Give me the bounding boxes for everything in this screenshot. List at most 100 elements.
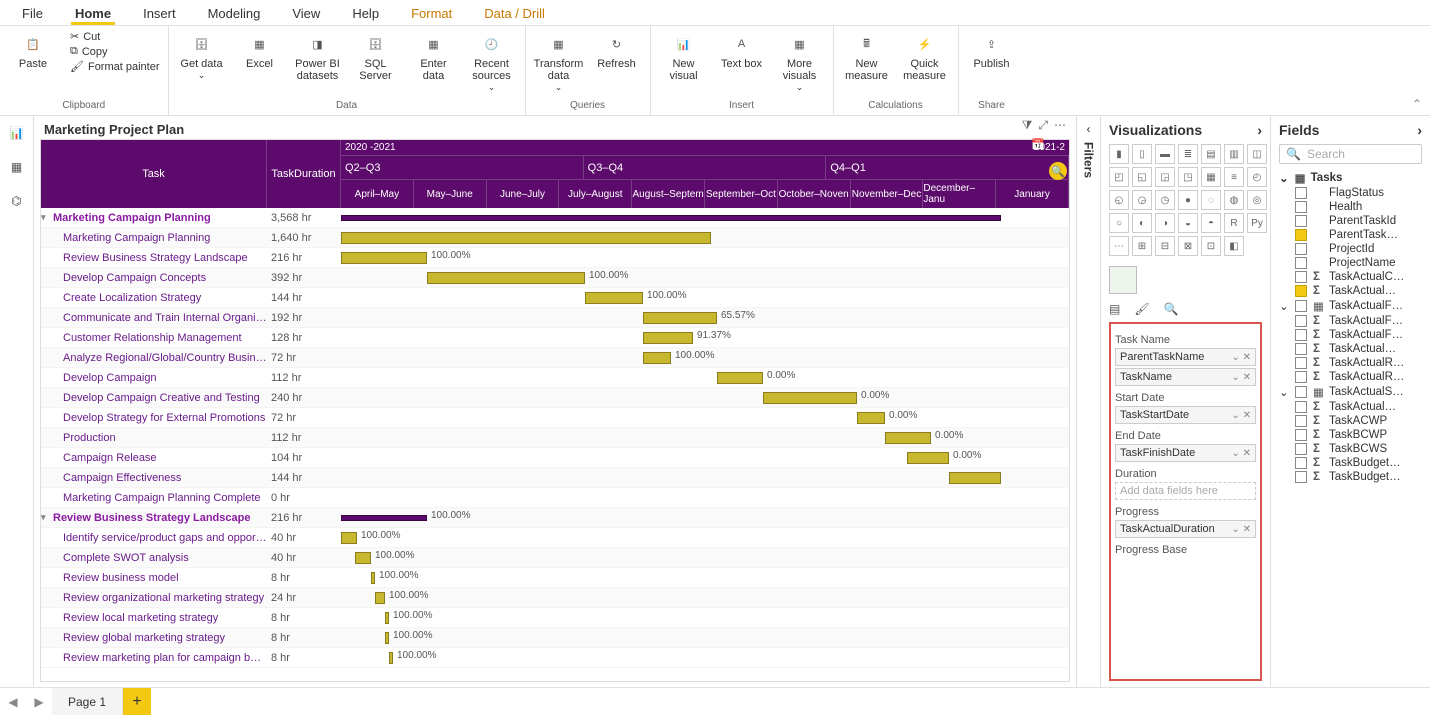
field-checkbox[interactable] — [1295, 215, 1307, 227]
viz-type-icon[interactable]: ◱ — [1132, 167, 1152, 187]
pbi-datasets-button[interactable]: ◨Power BI datasets — [293, 30, 343, 82]
menu-file[interactable]: File — [18, 4, 47, 25]
well-remove-icon[interactable]: ⌄ ✕ — [1231, 524, 1251, 535]
gantt-row[interactable]: Analyze Regional/Global/Country Business… — [41, 348, 1069, 368]
gantt-bar[interactable] — [341, 532, 357, 544]
viz-type-icon[interactable]: ◲ — [1155, 167, 1175, 187]
copy-button[interactable]: ⧉Copy — [70, 45, 160, 58]
viz-type-icon[interactable]: ◐ — [1132, 213, 1152, 233]
field-item[interactable]: ΣTaskActual… — [1279, 284, 1422, 298]
viz-type-icon[interactable]: ◓ — [1201, 213, 1221, 233]
gantt-bar[interactable] — [643, 312, 717, 324]
field-checkbox[interactable] — [1295, 415, 1307, 427]
field-checkbox[interactable] — [1295, 401, 1307, 413]
selected-custom-visual-icon[interactable] — [1109, 266, 1137, 294]
chevron-right-icon[interactable]: › — [1417, 122, 1422, 138]
viz-type-icon[interactable]: ≣ — [1178, 144, 1198, 164]
report-view-button[interactable]: 📊 — [9, 126, 24, 140]
field-checkbox[interactable] — [1295, 300, 1307, 312]
cut-button[interactable]: ✂Cut — [70, 30, 160, 43]
viz-type-icon[interactable]: ⊞ — [1132, 236, 1152, 256]
gantt-row[interactable]: Review Business Strategy Landscape216 hr… — [41, 248, 1069, 268]
menu-home[interactable]: Home — [71, 4, 115, 25]
refresh-button[interactable]: ↻Refresh — [592, 30, 642, 70]
viz-type-icon[interactable]: ◌ — [1201, 190, 1221, 210]
new-visual-button[interactable]: 📊New visual — [659, 30, 709, 82]
viz-type-icon[interactable]: ◶ — [1132, 190, 1152, 210]
field-checkbox[interactable] — [1295, 357, 1307, 369]
gantt-row[interactable]: Customer Relationship Management128 hr91… — [41, 328, 1069, 348]
menu-help[interactable]: Help — [348, 4, 383, 25]
field-checkbox[interactable] — [1295, 271, 1307, 283]
sql-server-button[interactable]: 🗄SQL Server — [351, 30, 401, 82]
viz-type-icon[interactable]: ◵ — [1109, 190, 1129, 210]
field-item[interactable]: ΣTaskACWP — [1279, 414, 1422, 428]
well-taskname[interactable]: TaskName⌄ ✕ — [1115, 368, 1256, 386]
gantt-bar[interactable] — [371, 572, 375, 584]
analytics-tab-icon[interactable]: 🔍 — [1164, 302, 1179, 316]
viz-type-icon[interactable]: ◷ — [1155, 190, 1175, 210]
viz-type-icon[interactable]: ▬ — [1155, 144, 1175, 164]
new-measure-button[interactable]: 🖩New measure — [842, 30, 892, 82]
field-checkbox[interactable] — [1295, 386, 1307, 398]
field-checkbox[interactable] — [1295, 457, 1307, 469]
fields-search[interactable]: 🔍 Search — [1279, 144, 1422, 164]
menu-insert[interactable]: Insert — [139, 4, 180, 25]
field-checkbox[interactable] — [1295, 443, 1307, 455]
viz-type-icon[interactable]: ▦ — [1201, 167, 1221, 187]
viz-type-icon[interactable]: ◳ — [1178, 167, 1198, 187]
page-tab-1[interactable]: Page 1 — [52, 688, 123, 715]
gantt-bar[interactable] — [355, 552, 371, 564]
well-remove-icon[interactable]: ⌄ ✕ — [1231, 352, 1251, 363]
viz-type-icon[interactable]: ◰ — [1109, 167, 1129, 187]
gantt-bar[interactable] — [885, 432, 931, 444]
filters-pane-collapsed[interactable]: ‹ Filters — [1076, 116, 1100, 687]
gantt-bar[interactable] — [389, 652, 393, 664]
field-item[interactable]: ⌄▦TaskActualF… — [1279, 298, 1422, 314]
viz-type-icon[interactable]: ▯ — [1132, 144, 1152, 164]
gantt-row[interactable]: Create Localization Strategy144 hr100.00… — [41, 288, 1069, 308]
menu-view[interactable]: View — [288, 4, 324, 25]
gantt-bar[interactable] — [341, 232, 711, 244]
well-remove-icon[interactable]: ⌄ ✕ — [1231, 448, 1251, 459]
gantt-bar[interactable] — [717, 372, 763, 384]
recent-sources-button[interactable]: 🕘Recent sources⌄ — [467, 30, 517, 93]
gantt-bar[interactable] — [585, 292, 643, 304]
well-duration-placeholder[interactable]: Add data fields here — [1115, 482, 1256, 500]
chevron-right-icon[interactable]: › — [1257, 122, 1262, 138]
model-view-button[interactable]: ⌬ — [11, 194, 21, 208]
gantt-bar[interactable] — [907, 452, 949, 464]
viz-type-icon[interactable]: ≡ — [1224, 167, 1244, 187]
field-item[interactable]: ΣTaskBCWS — [1279, 442, 1422, 456]
viz-type-icon[interactable]: ◎ — [1247, 190, 1267, 210]
field-item[interactable]: ΣTaskActualR… — [1279, 356, 1422, 370]
gantt-row[interactable]: Develop Campaign112 hr0.00% — [41, 368, 1069, 388]
paste-button[interactable]: 📋 Paste — [8, 30, 58, 70]
gantt-row[interactable]: Review marketing plan for campaign budge… — [41, 648, 1069, 668]
field-checkbox[interactable] — [1295, 371, 1307, 383]
gantt-row[interactable]: Communicate and Train Internal Organizat… — [41, 308, 1069, 328]
field-item[interactable]: ΣTaskActual… — [1279, 342, 1422, 356]
quick-measure-button[interactable]: ⚡Quick measure — [900, 30, 950, 82]
viz-type-icon[interactable]: ◑ — [1155, 213, 1175, 233]
well-parenttaskname[interactable]: ParentTaskName⌄ ✕ — [1115, 348, 1256, 366]
format-painter-button[interactable]: 🖌Format painter — [70, 60, 160, 73]
gantt-bar[interactable] — [763, 392, 857, 404]
field-item[interactable]: ParentTaskId — [1279, 214, 1422, 228]
gantt-bar[interactable] — [385, 632, 389, 644]
publish-button[interactable]: ⇪Publish — [967, 30, 1017, 70]
gantt-row[interactable]: Campaign Release104 hr0.00% — [41, 448, 1069, 468]
menu-format[interactable]: Format — [407, 4, 456, 25]
gantt-row[interactable]: Marketing Campaign Planning3,568 hr — [41, 208, 1069, 228]
gantt-bar[interactable] — [341, 252, 427, 264]
viz-type-icon[interactable]: ◧ — [1224, 236, 1244, 256]
gantt-col-task[interactable]: Task — [41, 140, 267, 208]
viz-type-icon[interactable]: ◍ — [1224, 190, 1244, 210]
gantt-row[interactable]: Review organizational marketing strategy… — [41, 588, 1069, 608]
menu-modeling[interactable]: Modeling — [204, 4, 265, 25]
gantt-row[interactable]: Production112 hr0.00% — [41, 428, 1069, 448]
field-checkbox[interactable] — [1295, 201, 1307, 213]
page-next-button[interactable]: ▶ — [26, 688, 52, 715]
field-item[interactable]: ΣTaskActualF… — [1279, 328, 1422, 342]
field-item[interactable]: ΣTaskActualR… — [1279, 370, 1422, 384]
